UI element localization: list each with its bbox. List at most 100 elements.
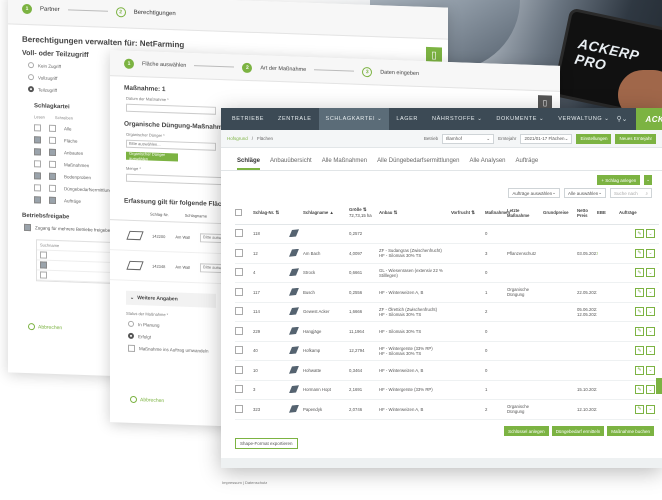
- col-grundpreise[interactable]: Grundpreise: [543, 202, 577, 225]
- write-checkbox[interactable]: [49, 160, 56, 168]
- write-checkbox[interactable]: [49, 148, 56, 156]
- shape-export-button[interactable]: Shape-Format exportieren: [235, 438, 298, 449]
- chevron-down-icon[interactable]: ⌄: [646, 287, 655, 297]
- settings-button[interactable]: Einstellungen: [576, 133, 612, 144]
- edit-icon[interactable]: ✎: [635, 404, 644, 414]
- tab-massnahmen[interactable]: Alle Maßnahmen: [322, 158, 367, 170]
- read-checkbox[interactable]: [34, 123, 41, 131]
- col-anbau[interactable]: Anbau ⇅: [379, 202, 451, 225]
- chevron-down-icon[interactable]: ⌄: [646, 326, 655, 336]
- search-input[interactable]: Suche nach ⌕: [610, 188, 652, 198]
- chevron-down-icon[interactable]: ⌄: [646, 229, 655, 239]
- read-checkbox[interactable]: [34, 195, 41, 203]
- read-checkbox[interactable]: [34, 135, 41, 143]
- write-checkbox[interactable]: [49, 196, 56, 204]
- nav-zentrale[interactable]: ZENTRALE: [271, 108, 319, 130]
- col-ebe[interactable]: EBE: [597, 202, 619, 225]
- edit-icon[interactable]: ✎: [635, 307, 644, 317]
- radio-icon[interactable]: [28, 86, 34, 93]
- step-2-label[interactable]: Art der Maßnahme: [260, 65, 306, 73]
- nav-dokumente[interactable]: DOKUMENTE ⌄: [489, 108, 551, 130]
- table-row[interactable]: 323 Papendyk 2,0746 HF - Winterweizen A, B 2…: [235, 399, 659, 420]
- step-2-label[interactable]: Berechtigungen: [134, 9, 176, 16]
- table-row[interactable]: 118 0,2572 0 ✎ ⌄: [235, 224, 659, 244]
- convert-checkbox[interactable]: [128, 344, 135, 353]
- col-letzte[interactable]: Letzte Maßnahme: [507, 202, 543, 225]
- col-schlag-nr[interactable]: Schlag-Nr. ⇅: [253, 202, 303, 225]
- col-schlagname[interactable]: Schlagname ▲: [303, 202, 349, 225]
- new-harvest-year-button[interactable]: Neues Erntejahr: [615, 133, 656, 144]
- footer-links[interactable]: Impressum | Datenschutz: [222, 480, 267, 485]
- farm-table-row[interactable]: [37, 270, 113, 283]
- chevron-down-icon[interactable]: ⌄: [646, 248, 655, 258]
- edit-icon[interactable]: ✎: [635, 346, 644, 356]
- farm-select[interactable]: Illamhof ⌄: [442, 133, 495, 144]
- col-netto[interactable]: Netto Preis: [577, 202, 597, 225]
- all-filter[interactable]: Alle auswählen ⌄: [563, 188, 606, 198]
- edit-icon[interactable]: ✎: [635, 365, 644, 375]
- radio-icon[interactable]: [128, 332, 134, 339]
- add-field-menu-button[interactable]: ⌄: [644, 175, 652, 185]
- step-1-label[interactable]: Partner: [40, 6, 60, 13]
- read-checkbox[interactable]: [34, 171, 41, 179]
- chevron-down-icon[interactable]: ⌄: [646, 307, 655, 317]
- chevron-down-icon[interactable]: ⌄: [646, 268, 655, 278]
- further-toggle[interactable]: ⌄ Weitere Angaben: [126, 290, 216, 308]
- table-row[interactable]: 229 Hangjäge 11,1964 HF - Silomais 30% TS 0 ✎…: [235, 321, 659, 342]
- tab-schlaege[interactable]: Schläge: [237, 158, 261, 170]
- read-checkbox[interactable]: [34, 183, 41, 191]
- edit-icon[interactable]: ✎: [635, 229, 644, 239]
- user-icon[interactable]: ⚲⌄: [617, 115, 636, 123]
- row-checkbox[interactable]: [235, 385, 243, 394]
- chevron-down-icon[interactable]: ⌄: [646, 365, 655, 375]
- write-checkbox[interactable]: [49, 136, 56, 144]
- radio-icon[interactable]: [128, 320, 134, 327]
- tab-auftraege[interactable]: Aufträge: [516, 158, 539, 170]
- edit-icon[interactable]: ✎: [635, 326, 644, 336]
- nav-naehrstoffe[interactable]: NÄHRSTOFFE ⌄: [425, 108, 489, 130]
- row-checkbox[interactable]: [235, 268, 243, 277]
- tab-duengebedarf[interactable]: Alle Düngebedarfsermittlungen: [377, 158, 459, 170]
- chevron-down-icon[interactable]: ⌄: [646, 385, 655, 395]
- edit-icon[interactable]: ✎: [635, 248, 644, 258]
- table-row[interactable]: 40 Hofkamp 12,2794 HF - Wintergerste (33% R…: [235, 341, 659, 361]
- col-vorfrucht[interactable]: Vorfrucht ⇅: [451, 202, 485, 225]
- edit-icon[interactable]: ✎: [635, 268, 644, 278]
- add-field-button[interactable]: + Schlag anlegen: [597, 175, 641, 185]
- edit-icon[interactable]: ✎: [635, 385, 644, 395]
- breadcrumb-farm[interactable]: Hofsgrund: [227, 136, 248, 141]
- tab-anbauuebersicht[interactable]: Anbauübersicht: [270, 158, 312, 170]
- row-checkbox[interactable]: [235, 326, 243, 335]
- step-1-label[interactable]: Fläche auswählen: [142, 61, 186, 69]
- row-checkbox[interactable]: [235, 248, 243, 257]
- table-row[interactable]: 3 Hormann Hopt 2,1691 HF - Wintergerste (33…: [235, 380, 659, 400]
- table-row[interactable]: 10 Hohwatte 0,3464 HF - Winterweizen A, B 0 ✎…: [235, 360, 659, 381]
- select-all-checkbox[interactable]: [235, 208, 242, 216]
- write-checkbox[interactable]: [49, 172, 56, 180]
- create-key-button[interactable]: Schlüssel anlegen: [504, 426, 549, 436]
- abort-link[interactable]: Abbrechen: [130, 395, 164, 404]
- read-checkbox[interactable]: [34, 159, 41, 167]
- radio-icon[interactable]: [28, 74, 34, 81]
- table-row[interactable]: 4 Strock 0,6661 GL - Wiesenrasen (extensiv …: [235, 263, 659, 283]
- brand-logo[interactable]: ACKERPROFI: [635, 108, 662, 130]
- chevron-down-icon[interactable]: ⌄: [646, 404, 655, 414]
- farm-checkbox[interactable]: [40, 261, 47, 269]
- orders-filter[interactable]: Aufträge auswählen ⌄: [508, 188, 560, 198]
- nav-schlagkartei[interactable]: SCHLAGKARTEI ⌄: [318, 108, 390, 130]
- row-checkbox[interactable]: [235, 365, 243, 374]
- row-checkbox[interactable]: [235, 346, 243, 355]
- col-massnahmen[interactable]: Maßnahmen: [485, 202, 510, 225]
- edit-icon[interactable]: ✎: [635, 287, 644, 297]
- abort-link[interactable]: Abbrechen: [28, 323, 62, 331]
- col-groesse[interactable]: Größe ⇅ 72,73,15 ha: [349, 202, 379, 225]
- fertilizer-need-button[interactable]: Düngebedarf ermitteln: [551, 426, 605, 436]
- nav-verwaltung[interactable]: VERWALTUNG ⌄: [551, 108, 616, 130]
- farm-checkbox[interactable]: [40, 251, 47, 259]
- row-checkbox[interactable]: [235, 287, 243, 296]
- write-checkbox[interactable]: [49, 124, 56, 132]
- chevron-down-icon[interactable]: ⌄: [646, 346, 655, 356]
- nav-lager[interactable]: LAGER: [389, 108, 425, 130]
- table-row[interactable]: 12 Am Bach 4,0097 ZF - Sudangras (Zwischenf…: [235, 243, 659, 264]
- row-checkbox[interactable]: [235, 404, 243, 413]
